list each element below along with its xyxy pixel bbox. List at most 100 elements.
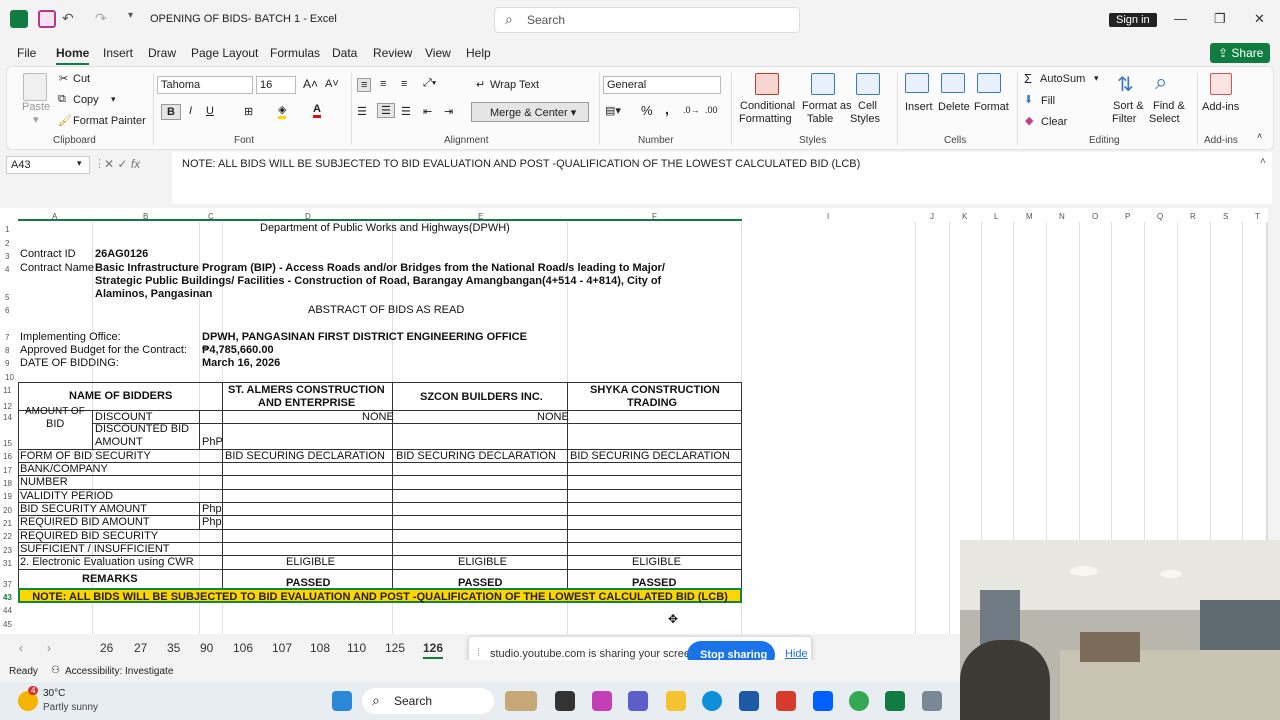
bid-security-bidder-2[interactable]: BID SECURING DECLARATION [396,450,556,462]
underline-button[interactable]: U [206,105,214,117]
hide-button[interactable]: Hide [785,648,808,660]
sheet-tab[interactable]: 106 [233,641,253,655]
row-header[interactable]: 10 [5,373,14,382]
tab-help[interactable]: Help [466,46,491,60]
sheet-tab[interactable]: 108 [310,641,330,655]
eligible-bidder-3[interactable]: ELIGIBLE [632,556,681,568]
bidder-3-line-1[interactable]: SHYKA CONSTRUCTION [590,384,720,396]
tab-file[interactable]: File [17,46,36,60]
sheet-tab[interactable]: 110 [347,641,366,655]
expand-formula-bar-icon[interactable]: ˄ [1260,156,1266,167]
row-headers[interactable]: 1 2 3 4 5 6 7 8 9 10 11 12 14 15 16 17 1… [0,208,16,634]
tab-insert[interactable]: Insert [103,46,133,60]
fill-color-icon[interactable]: ◈ [278,103,287,119]
windows-start-icon[interactable] [332,691,352,711]
delete-cells-button[interactable]: Delete [938,101,970,113]
row-header[interactable]: 23 [3,546,12,555]
share-button[interactable]: ⇪ Share [1210,43,1270,63]
cut-button[interactable]: Cut [73,73,90,85]
required-bid-amount-label[interactable]: REQUIRED BID AMOUNT [20,516,150,528]
sheet-tab-active[interactable]: 126 [423,641,444,659]
amount-of-bid-line-1[interactable]: AMOUNT OF [25,406,85,417]
row-header[interactable]: 8 [5,346,9,355]
php-currency-3[interactable]: Php [202,516,222,528]
row-header[interactable]: 31 [3,559,12,568]
bidding-date-value[interactable]: March 16, 2026 [202,357,280,369]
redo-icon[interactable]: ↷ [95,10,113,28]
row-header[interactable]: 12 [3,402,12,411]
contract-id-label[interactable]: Contract ID [20,248,76,260]
scroll-tabs-left-icon[interactable]: ‹ [19,641,23,655]
conditional-formatting-label-2[interactable]: Formatting [739,113,792,125]
sort-filter-label-2[interactable]: Filter [1112,113,1136,125]
chrome-icon[interactable] [849,691,869,711]
bidding-date-label[interactable]: DATE OF BIDDING: [20,357,119,369]
collapse-ribbon-icon[interactable]: ˄ [1257,131,1262,141]
cancel-icon[interactable]: ✕ [104,157,114,171]
accounting-format-icon[interactable]: ▤▾ [605,104,621,117]
bold-button[interactable]: B [161,104,181,120]
abc-label[interactable]: Approved Budget for the Contract: [20,344,187,356]
bid-security-amount-label[interactable]: BID SECURITY AMOUNT [20,503,147,515]
row-header[interactable]: 18 [3,479,12,488]
contract-name-line-2[interactable]: Strategic Public Buildings/ Facilities -… [95,275,661,287]
agency-title[interactable]: Department of Public Works and Highways(… [260,222,510,234]
sheet-tab[interactable]: 125 [385,641,405,655]
increase-indent-icon[interactable]: ⇥ [444,105,453,118]
number-format-dropdown[interactable]: General [603,76,721,94]
required-bid-security-label[interactable]: REQUIRED BID SECURITY [20,530,158,542]
paste-dropdown-icon[interactable]: ▾ [33,113,39,126]
enter-icon[interactable]: ✓ [117,157,127,171]
row-header[interactable]: 5 [5,293,9,302]
row-header[interactable]: 22 [3,532,12,541]
bidder-1-line-1[interactable]: ST. ALMERS CONSTRUCTION [228,384,385,396]
decrease-decimal-icon[interactable]: .00 [705,105,718,115]
clear-button[interactable]: Clear [1041,116,1067,128]
scroll-tabs-right-icon[interactable]: › [47,641,51,655]
php-currency[interactable]: PhP [202,436,223,448]
merge-center-button[interactable]: Merge & Center ▾ [471,102,589,122]
bid-security-bidder-1[interactable]: BID SECURING DECLARATION [225,450,385,462]
remarks-label[interactable]: REMARKS [82,573,138,585]
discount-label[interactable]: DISCOUNT [95,411,152,423]
autosum-button[interactable]: AutoSum [1040,73,1085,85]
tab-data[interactable]: Data [332,46,357,60]
format-as-table-label-1[interactable]: Format as [802,100,852,112]
php-currency-2[interactable]: Php [202,503,222,515]
save-icon[interactable] [38,10,56,28]
copy-button[interactable]: Copy [73,94,99,106]
row-header[interactable]: 9 [5,359,9,368]
column-header[interactable]: I [827,212,829,221]
discount-bidder-1[interactable]: NONE [362,411,394,423]
row-header[interactable]: 3 [5,252,9,261]
row-header[interactable]: 45 [3,620,12,629]
sheet-tab[interactable]: 107 [272,641,292,655]
discounted-bid-line-2[interactable]: AMOUNT [95,436,143,448]
column-header[interactable]: T [1255,212,1260,221]
row-header[interactable]: 11 [3,386,11,395]
tab-view[interactable]: View [425,46,451,60]
note-cell-selected[interactable]: NOTE: ALL BIDS WILL BE SUBJECTED TO BID … [18,588,742,603]
abc-value[interactable]: ₱4,785,660.00 [202,344,274,356]
column-header[interactable]: L [994,212,998,221]
row-header[interactable]: 20 [3,506,12,515]
font-color-icon[interactable]: A [313,103,321,118]
tab-page-layout[interactable]: Page Layout [191,46,258,60]
row-header[interactable]: 14 [3,413,12,422]
sort-filter-label-1[interactable]: Sort & [1113,100,1144,112]
bid-security-bidder-3[interactable]: BID SECURING DECLARATION [570,450,730,462]
row-header[interactable]: 44 [3,606,12,615]
autosum-dropdown-icon[interactable]: ▾ [1094,73,1099,84]
teams-icon[interactable] [628,691,648,711]
store-icon[interactable] [739,691,759,711]
close-button[interactable]: ✕ [1254,11,1265,27]
increase-font-icon[interactable]: A˄ [303,77,318,91]
amount-of-bid-line-2[interactable]: BID [46,418,64,430]
align-right-icon[interactable]: ☰ [401,105,411,118]
row-header[interactable]: 2 [5,239,9,248]
name-of-bidders-header[interactable]: NAME OF BIDDERS [69,390,172,402]
contract-id-value[interactable]: 26AG0126 [95,248,148,260]
task-view-icon[interactable] [555,691,575,711]
discounted-bid-line-1[interactable]: DISCOUNTED BID [95,423,189,435]
column-header[interactable]: Q [1157,212,1163,221]
